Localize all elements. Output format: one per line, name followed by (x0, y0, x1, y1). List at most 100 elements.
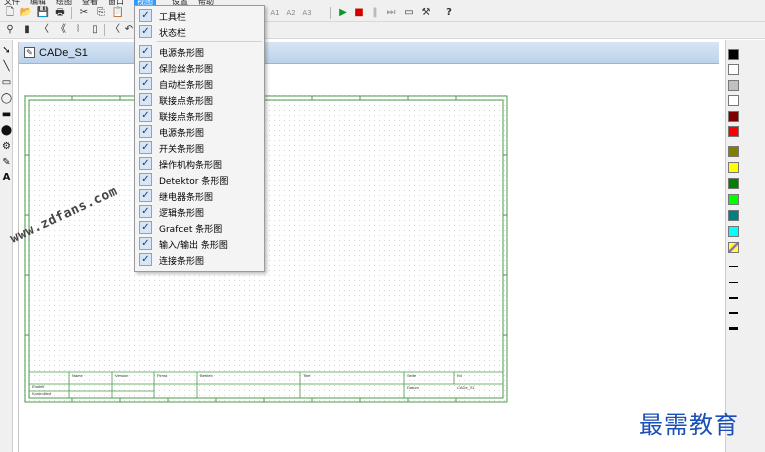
line-weight-option[interactable] (729, 327, 738, 330)
menu-item-label: 联接点条形图 (159, 97, 214, 107)
checkmark-icon: ✓ (139, 157, 152, 170)
print-icon[interactable]: 🖶 (53, 6, 67, 20)
color-swatch-maroon[interactable] (728, 111, 739, 122)
color-swatch-green[interactable] (728, 178, 739, 189)
drawing-canvas[interactable]: Name Version Firma Betrieb Titel Seite K… (19, 65, 719, 452)
rectangle-icon[interactable]: ▭ (0, 76, 13, 90)
new-file-icon[interactable]: 🗋 (3, 6, 17, 20)
battery-icon[interactable]: ▮ (20, 23, 34, 37)
help-icon[interactable]: ? (442, 6, 456, 20)
color-swatch-lime[interactable] (728, 194, 739, 205)
menu-item-label: 保险丝条形图 (159, 65, 214, 75)
menu-item-statusbar[interactable]: ✓ 状态栏 (135, 24, 264, 39)
menu-item-label: Grafcet 条形图 (159, 225, 223, 235)
document-title-bar[interactable]: ✎ CADe_S1 (19, 42, 719, 64)
search-icon[interactable]: ⚲ (3, 23, 17, 37)
menu-item-power-bar[interactable]: ✓ 电源条形图 (135, 124, 264, 139)
cut-icon[interactable]: ✂ (77, 6, 91, 20)
color-swatch-cyan[interactable] (728, 226, 739, 237)
menu-item-connection-bar[interactable]: ✓ 连接条形图 (135, 252, 264, 267)
checkmark-icon: ✓ (139, 189, 152, 202)
menu-item-junction-bar[interactable]: ✓ 联接点条形图 (135, 92, 264, 107)
checkmark-icon: ✓ (139, 253, 152, 266)
copy-icon[interactable]: ⎘ (94, 6, 108, 20)
checkmark-icon: ✓ (139, 237, 152, 250)
document-title: CADe_S1 (39, 47, 88, 59)
triple-switch-icon[interactable]: 《 (54, 23, 68, 37)
zoom-a2-icon[interactable]: A2 (284, 6, 298, 20)
zoom-a1-icon[interactable]: A1 (268, 6, 282, 20)
color-swatch-custom[interactable] (728, 242, 739, 253)
coil-icon[interactable]: ⦚ (71, 23, 85, 37)
window-icon[interactable]: ▭ (402, 6, 416, 20)
text-tool-icon[interactable]: A (0, 171, 13, 185)
checkmark-icon: ✓ (139, 173, 152, 186)
menu-item-io-bar[interactable]: ✓ 输入/输出 条形图 (135, 236, 264, 251)
color-swatch-yellow[interactable] (728, 162, 739, 173)
menu-item-label: 继电器条形图 (159, 193, 214, 203)
color-swatch-teal[interactable] (728, 210, 739, 221)
drawing-toolbar: ⚲ ▮ 〈 《 ⦚ ▯ 〈 ↶ (0, 22, 765, 39)
menu-item-grafcet-bar[interactable]: ✓ Grafcet 条形图 (135, 220, 264, 235)
tool-icon[interactable]: ⚒ (419, 6, 433, 20)
title-block-label: Kontrolliert (32, 391, 52, 396)
toolbar-separator (330, 7, 331, 19)
color-swatch-white[interactable] (728, 64, 739, 75)
menu-item-label: Detektor 条形图 (159, 177, 229, 187)
switch-icon[interactable]: 〈 (37, 23, 51, 37)
pause-icon[interactable]: ‖ (368, 6, 382, 20)
menu-item-logic-bar[interactable]: ✓ 逻辑条形图 (135, 204, 264, 219)
open-folder-icon[interactable]: 📂 (19, 6, 33, 20)
color-swatch-red[interactable] (728, 126, 739, 137)
tool-strip: ➘ ╲ ▭ ◯ ▬ ⬤ ⚙ ✎ A (0, 40, 13, 452)
menu-item-label: 输入/输出 条形图 (159, 241, 228, 251)
filled-rectangle-icon[interactable]: ▬ (0, 108, 13, 122)
save-icon[interactable]: 💾 (36, 6, 50, 20)
menu-item-fuse-bar[interactable]: ✓ 保险丝条形图 (135, 60, 264, 75)
menu-item-power-bar[interactable]: ✓ 电源条形图 (135, 44, 264, 59)
menu-item-junction-bar[interactable]: ✓ 联接点条形图 (135, 108, 264, 123)
color-swatch-black[interactable] (728, 49, 739, 60)
title-block-label: Datum (407, 385, 419, 390)
pen-icon[interactable]: ✎ (0, 156, 13, 170)
color-swatch-white[interactable] (728, 95, 739, 106)
menu-item-label: 操作机构条形图 (159, 161, 223, 171)
checkmark-icon: ✓ (139, 9, 152, 22)
checkmark-icon: ✓ (139, 205, 152, 218)
menu-item-detektor-bar[interactable]: ✓ Detektor 条形图 (135, 172, 264, 187)
menu-item-label: 电源条形图 (159, 129, 205, 139)
drawing-sheet: Name Version Firma Betrieb Titel Seite K… (24, 95, 508, 403)
menu-item-auto-bar[interactable]: ✓ 自动栏条形图 (135, 76, 264, 91)
contact-icon[interactable]: 〈 (108, 23, 122, 37)
stop-icon[interactable]: ■ (352, 6, 366, 20)
line-weight-option[interactable] (729, 266, 738, 267)
step-icon[interactable]: ⏭ (384, 6, 398, 20)
menu-item-toolbar[interactable]: ✓ 工具栏 (135, 8, 264, 23)
paste-icon[interactable]: 📋 (111, 6, 125, 20)
line-weight-option[interactable] (729, 297, 738, 299)
checkmark-icon: ✓ (139, 61, 152, 74)
color-swatch-silver[interactable] (728, 80, 739, 91)
zoom-a3-icon[interactable]: A3 (300, 6, 314, 20)
line-weight-option[interactable] (729, 282, 738, 283)
menu-item-label: 开关条形图 (159, 145, 205, 155)
relay-icon[interactable]: ▯ (88, 23, 102, 37)
pointer-icon[interactable]: ➘ (0, 44, 13, 58)
menu-item-switch-bar[interactable]: ✓ 开关条形图 (135, 140, 264, 155)
document-icon: ✎ (24, 47, 35, 58)
menu-item-relay-bar[interactable]: ✓ 继电器条形图 (135, 188, 264, 203)
checkmark-icon: ✓ (139, 45, 152, 58)
menu-item-actuator-bar[interactable]: ✓ 操作机构条形图 (135, 156, 264, 171)
color-swatch-olive[interactable] (728, 146, 739, 157)
filled-ellipse-icon[interactable]: ⬤ (0, 124, 13, 138)
checkmark-icon: ✓ (139, 93, 152, 106)
title-block-label: Version (115, 373, 128, 378)
line-icon[interactable]: ╲ (0, 60, 13, 74)
run-icon[interactable]: ▶ (336, 6, 350, 20)
fill-icon[interactable]: ⚙ (0, 140, 13, 154)
line-weight-option[interactable] (729, 312, 738, 314)
title-block-label: Titel (303, 373, 311, 378)
ellipse-icon[interactable]: ◯ (0, 92, 13, 106)
checkmark-icon: ✓ (139, 77, 152, 90)
view-menu-dropdown: ✓ 工具栏 ✓ 状态栏 ✓ 电源条形图 ✓ 保险丝条形图 ✓ 自动栏条形图 ✓ … (134, 5, 265, 272)
